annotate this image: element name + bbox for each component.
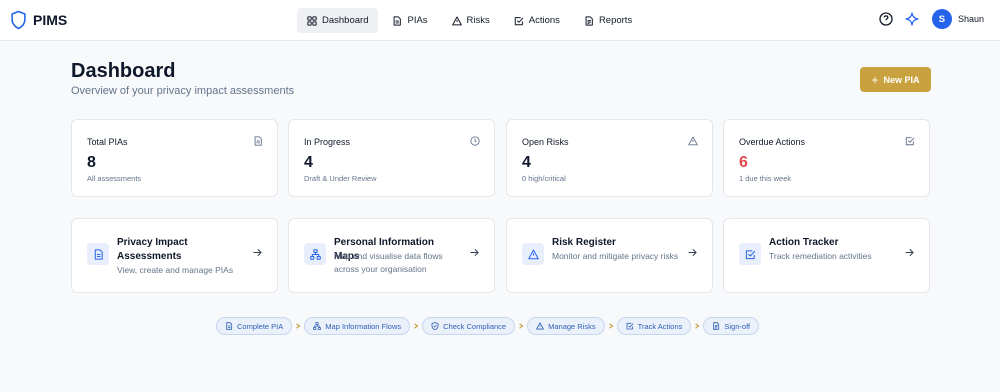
nav-reports[interactable]: Reports bbox=[574, 8, 642, 33]
step-label: Sign-off bbox=[724, 321, 751, 331]
workflow-step-complete-pia[interactable]: Complete PIA bbox=[216, 317, 293, 335]
document-icon bbox=[226, 322, 233, 330]
nav-label: Risks bbox=[466, 15, 490, 26]
user-area: S Shaun bbox=[879, 9, 984, 29]
stat-card-total-pias: Total PIAs 8 All assessments bbox=[71, 119, 278, 197]
user-name[interactable]: Shaun bbox=[958, 14, 984, 24]
top-navbar: PIMS Dashboard PIAs Risks Actions Report… bbox=[0, 0, 1000, 41]
workflow-step-map-information-flows[interactable]: Map Information Flows bbox=[304, 317, 411, 335]
workflow-step-sign-off[interactable]: Sign-off bbox=[703, 317, 760, 335]
arrow-right-icon bbox=[905, 249, 914, 256]
brand[interactable]: PIMS bbox=[10, 10, 67, 30]
checkbox-icon bbox=[905, 137, 915, 146]
step-label: Check Compliance bbox=[443, 321, 507, 331]
document-icon bbox=[94, 248, 103, 260]
card-description: View, create and manage PIAs bbox=[117, 265, 234, 275]
stat-value: 4 bbox=[522, 154, 531, 171]
stat-card-open-risks: Open Risks 4 0 high/critical bbox=[506, 119, 713, 197]
network-icon bbox=[313, 322, 322, 330]
stat-card-overdue-actions: Overdue Actions 6 1 due this week bbox=[723, 119, 930, 197]
workflow-steps: Complete PIA Map Information Flows Check… bbox=[216, 317, 760, 335]
workflow-step-manage-risks[interactable]: Manage Risks bbox=[527, 317, 605, 335]
dashboard-icon bbox=[307, 15, 317, 26]
warning-icon bbox=[527, 249, 539, 259]
shield-icon bbox=[11, 10, 26, 30]
card-action-tracker[interactable]: Action Tracker Track remediation activit… bbox=[723, 218, 930, 293]
document-icon bbox=[254, 136, 262, 146]
nav-label: Reports bbox=[598, 15, 633, 26]
card-risk-register[interactable]: Risk Register Monitor and mitigate priva… bbox=[506, 218, 713, 293]
checkbox-icon bbox=[626, 322, 634, 330]
clock-icon bbox=[470, 136, 480, 146]
checkbox-icon bbox=[514, 16, 524, 25]
checkbox-icon bbox=[745, 249, 755, 259]
workflow-step-track-actions[interactable]: Track Actions bbox=[616, 317, 692, 335]
stat-label: In Progress bbox=[304, 137, 351, 147]
plus-icon: + bbox=[871, 72, 879, 87]
stat-value: 6 bbox=[739, 154, 748, 171]
report-icon bbox=[713, 322, 720, 330]
chevron-right-icon bbox=[515, 323, 527, 329]
card-privacy-impact-assessments[interactable]: Privacy Impact Assessments View, create … bbox=[71, 218, 278, 293]
feature-icon-box bbox=[87, 243, 109, 265]
stat-subtext: All assessments bbox=[87, 174, 142, 183]
nav-label: PIAs bbox=[407, 15, 428, 26]
stat-subtext: 1 due this week bbox=[739, 174, 792, 183]
warning-icon bbox=[451, 16, 462, 25]
feature-icon-box bbox=[304, 243, 326, 265]
stat-label: Open Risks bbox=[522, 137, 569, 147]
chevron-right-icon bbox=[691, 323, 703, 329]
help-icon[interactable] bbox=[879, 12, 893, 26]
step-label: Map Information Flows bbox=[325, 321, 402, 331]
chevron-right-icon bbox=[292, 323, 304, 329]
chevron-right-icon bbox=[605, 323, 617, 329]
nav-label: Dashboard bbox=[322, 15, 369, 26]
card-description: Map and visualise data flows across your… bbox=[334, 251, 443, 274]
app-name: PIMS bbox=[33, 12, 68, 28]
chevron-right-icon bbox=[410, 323, 422, 329]
sparkle-icon[interactable] bbox=[905, 12, 919, 26]
stat-value: 4 bbox=[304, 154, 313, 171]
document-icon bbox=[394, 15, 402, 26]
stat-label: Total PIAs bbox=[87, 137, 128, 147]
report-icon bbox=[585, 15, 593, 26]
nav-label: Actions bbox=[528, 15, 560, 26]
page-subtitle: Overview of your privacy impact assessme… bbox=[71, 85, 295, 97]
shield-check-icon bbox=[431, 322, 439, 330]
feature-icon-box bbox=[522, 243, 544, 265]
warning-icon bbox=[536, 322, 544, 330]
nav-pias[interactable]: PIAs bbox=[382, 8, 437, 33]
card-title: Privacy Impact Assessments bbox=[117, 237, 188, 262]
new-pia-button[interactable]: + New PIA bbox=[860, 67, 931, 92]
new-pia-label: New PIA bbox=[883, 74, 920, 85]
warning-icon bbox=[688, 136, 698, 146]
arrow-right-icon bbox=[253, 249, 262, 256]
feature-icon-box bbox=[739, 243, 761, 265]
nav-risks[interactable]: Risks bbox=[442, 8, 500, 33]
main-nav: Dashboard PIAs Risks Actions Reports bbox=[297, 8, 642, 33]
card-personal-information-maps[interactable]: Personal Information Maps Map and visual… bbox=[288, 218, 495, 293]
nav-dashboard[interactable]: Dashboard bbox=[297, 8, 379, 33]
card-description: Track remediation activities bbox=[769, 251, 872, 261]
page-title: Dashboard bbox=[71, 60, 176, 82]
stat-subtext: Draft & Under Review bbox=[304, 174, 377, 183]
nav-actions[interactable]: Actions bbox=[504, 8, 570, 33]
card-title: Action Tracker bbox=[769, 237, 839, 248]
stat-value: 8 bbox=[87, 154, 96, 171]
step-label: Track Actions bbox=[637, 321, 683, 331]
avatar[interactable]: S bbox=[931, 9, 952, 29]
card-title: Risk Register bbox=[552, 237, 616, 248]
card-description: Monitor and mitigate privacy risks bbox=[552, 251, 679, 261]
stat-subtext: 0 high/critical bbox=[522, 174, 566, 183]
workflow-step-check-compliance[interactable]: Check Compliance bbox=[422, 317, 516, 335]
arrow-right-icon bbox=[470, 249, 479, 256]
stat-card-in-progress: In Progress 4 Draft & Under Review bbox=[288, 119, 495, 197]
network-icon bbox=[309, 248, 321, 260]
arrow-right-icon bbox=[688, 249, 697, 256]
step-label: Complete PIA bbox=[237, 321, 284, 331]
stat-label: Overdue Actions bbox=[739, 137, 806, 147]
step-label: Manage Risks bbox=[548, 321, 596, 331]
